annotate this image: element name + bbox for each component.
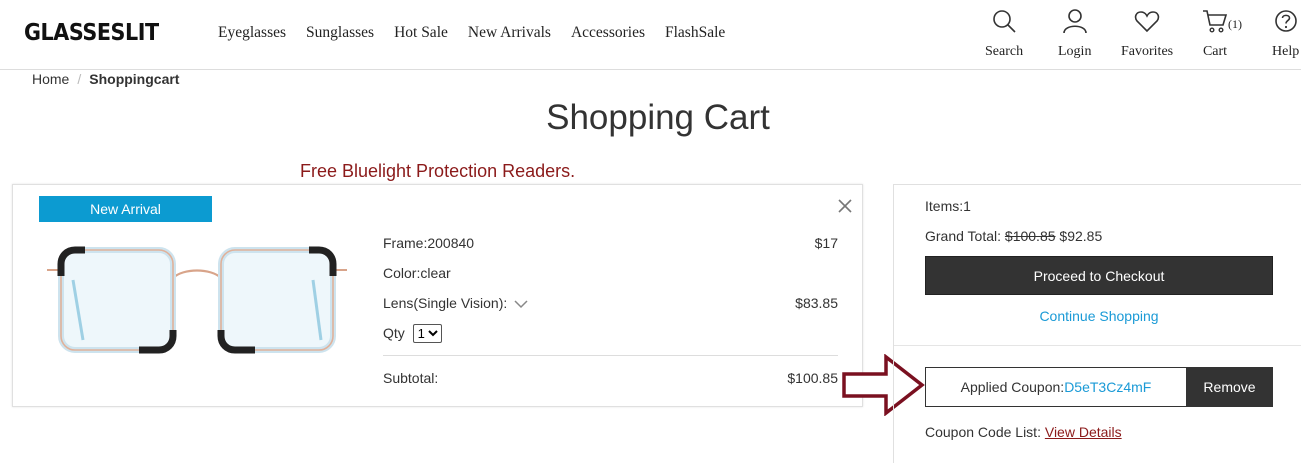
cart-icon bbox=[1203, 10, 1228, 33]
new-arrival-badge: New Arrival bbox=[39, 196, 212, 222]
divider bbox=[383, 355, 838, 356]
breadcrumb-separator: / bbox=[77, 71, 82, 87]
nav-flashsale[interactable]: FlashSale bbox=[665, 24, 725, 42]
grand-total-old: $100.85 bbox=[1004, 228, 1056, 244]
nav-accessories[interactable]: Accessories bbox=[571, 24, 645, 42]
favorites-button[interactable]: Favorites bbox=[1121, 8, 1173, 60]
remove-coupon-button[interactable]: Remove bbox=[1186, 367, 1273, 407]
qty-label: Qty bbox=[383, 325, 405, 341]
help-label: Help bbox=[1272, 44, 1300, 59]
page-title: Shopping Cart bbox=[546, 98, 770, 137]
subtotal-row: Subtotal: $100.85 bbox=[383, 368, 838, 398]
qty-row: Qty 1 bbox=[383, 323, 838, 353]
checkout-button[interactable]: Proceed to Checkout bbox=[925, 256, 1273, 295]
cart-label: Cart bbox=[1202, 44, 1228, 59]
grand-total-label: Grand Total: bbox=[925, 228, 1002, 244]
search-icon bbox=[993, 10, 1016, 33]
lens-row: Lens(Single Vision): $83.85 bbox=[383, 293, 838, 323]
logo[interactable]: GLASSESLIT bbox=[24, 20, 159, 46]
help-icon bbox=[1274, 10, 1297, 32]
login-button[interactable]: Login bbox=[1058, 8, 1091, 60]
promo-banner: Free Bluelight Protection Readers. bbox=[300, 161, 576, 181]
cart-count: (1) bbox=[1228, 17, 1242, 31]
subtotal-label: Subtotal: bbox=[383, 370, 439, 386]
applied-coupon-label: Applied Coupon: bbox=[960, 379, 1065, 395]
nav-hot-sale[interactable]: Hot Sale bbox=[394, 24, 448, 42]
frame-price: $17 bbox=[814, 235, 838, 251]
breadcrumb-home[interactable]: Home bbox=[32, 71, 69, 87]
continue-shopping-link[interactable]: Continue Shopping bbox=[925, 308, 1273, 324]
breadcrumb-current: Shoppingcart bbox=[89, 71, 180, 87]
lens-label: Lens(Single Vision): bbox=[383, 295, 508, 311]
nav-new-arrivals[interactable]: New Arrivals bbox=[468, 24, 551, 42]
login-label: Login bbox=[1058, 44, 1092, 59]
search-label: Search bbox=[985, 44, 1024, 59]
nav-eyeglasses[interactable]: Eyeglasses bbox=[218, 24, 286, 42]
grand-total: Grand Total: $100.85 $92.85 bbox=[925, 228, 1102, 244]
applied-coupon: Applied Coupon:D5eT3Cz4mF bbox=[925, 367, 1187, 407]
color-row: Color:clear bbox=[383, 263, 838, 293]
main-nav: Eyeglasses Sunglasses Hot Sale New Arriv… bbox=[218, 24, 725, 42]
nav-sunglasses[interactable]: Sunglasses bbox=[306, 24, 374, 42]
color-label: Color:clear bbox=[383, 265, 451, 281]
heart-icon bbox=[1134, 11, 1160, 33]
coupon-code-list-label: Coupon Code List: bbox=[925, 424, 1041, 440]
search-button[interactable]: Search bbox=[985, 8, 1023, 60]
help-button[interactable]: Help bbox=[1272, 8, 1299, 60]
cart-item-card: New Arrival Frame:200840 $17 Color:clear… bbox=[12, 184, 863, 407]
subtotal-value: $100.85 bbox=[787, 370, 838, 386]
qty-select[interactable]: 1 bbox=[412, 324, 442, 343]
breadcrumb: Home / Shoppingcart bbox=[32, 71, 179, 87]
site-header: GLASSESLIT Eyeglasses Sunglasses Hot Sal… bbox=[0, 0, 1301, 70]
frame-row: Frame:200840 $17 bbox=[383, 233, 838, 263]
frame-label: Frame:200840 bbox=[383, 235, 475, 251]
close-icon[interactable] bbox=[836, 197, 854, 215]
favorites-label: Favorites bbox=[1121, 44, 1174, 59]
lens-toggle[interactable]: Lens(Single Vision): bbox=[383, 293, 528, 323]
coupon-code-list: Coupon Code List: View Details bbox=[925, 424, 1122, 440]
product-image bbox=[47, 246, 347, 354]
item-details: Frame:200840 $17 Color:clear Lens(Single… bbox=[383, 233, 838, 398]
lens-price: $83.85 bbox=[795, 295, 838, 311]
view-details-link[interactable]: View Details bbox=[1045, 424, 1122, 440]
chevron-down-icon[interactable] bbox=[514, 299, 528, 309]
items-count: Items:1 bbox=[925, 198, 971, 214]
cart-button[interactable]: (1) Cart bbox=[1202, 8, 1242, 60]
grand-total-new: $92.85 bbox=[1059, 228, 1103, 244]
user-icon bbox=[1062, 9, 1087, 34]
order-summary: Items:1 Grand Total: $100.85 $92.85 Proc… bbox=[893, 184, 1301, 463]
applied-coupon-code: D5eT3Cz4mF bbox=[1064, 379, 1152, 395]
divider bbox=[894, 345, 1301, 346]
